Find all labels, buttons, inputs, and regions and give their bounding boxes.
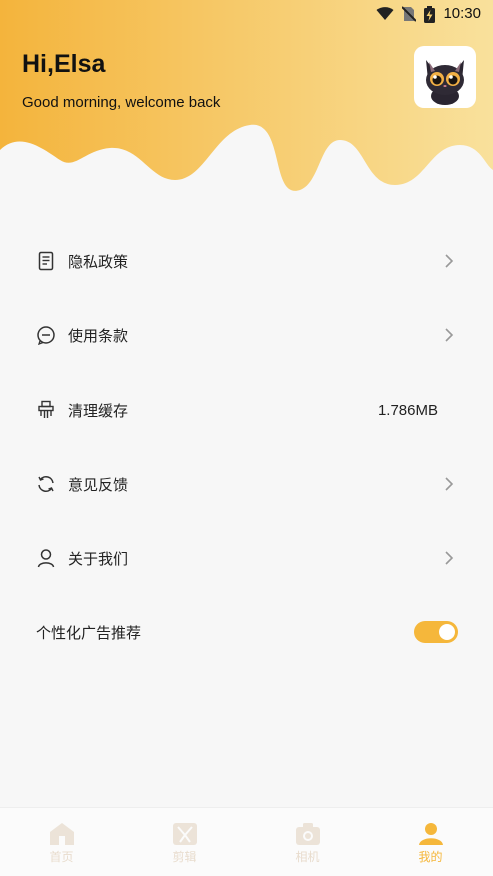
document-icon — [38, 251, 54, 271]
menu-item-privacy-policy[interactable]: 隐私政策 — [0, 231, 493, 291]
chevron-right-icon — [445, 551, 454, 565]
status-time: 10:30 — [443, 5, 481, 22]
clapper-icon — [172, 823, 197, 845]
menu-item-feedback[interactable]: 意见反馈 — [0, 454, 493, 514]
greeting-subtitle: Good morning, welcome back — [22, 94, 221, 111]
tab-edit[interactable]: 剪辑 — [123, 808, 246, 876]
cache-size-value: 1.786MB — [377, 401, 438, 419]
menu-item-label: 使用条款 — [68, 326, 129, 345]
broom-icon — [38, 400, 54, 418]
toggle-knob — [439, 624, 455, 640]
no-sim-icon — [402, 6, 417, 22]
menu-item-personalized-ads: 个性化广告推荐 — [0, 602, 493, 662]
menu-item-label: 隐私政策 — [68, 252, 129, 271]
menu-item-label: 个性化广告推荐 — [36, 623, 142, 642]
menu-item-label: 清理缓存 — [68, 401, 129, 420]
chat-bubble-icon — [37, 326, 55, 345]
tab-label: 首页 — [49, 850, 74, 864]
refresh-icon — [38, 476, 54, 492]
status-bar: 10:30 — [0, 0, 493, 28]
profile-header: 10:30 Hi,Elsa Good morning, welcome back — [0, 0, 493, 200]
personalized-ads-toggle[interactable] — [414, 621, 458, 643]
bottom-tab-bar: 首页 剪辑 相机 我的 — [0, 807, 493, 876]
wifi-icon — [376, 7, 394, 21]
chevron-right-icon — [445, 477, 454, 491]
battery-charging-icon — [424, 5, 436, 23]
tab-camera[interactable]: 相机 — [246, 808, 369, 876]
tab-home[interactable]: 首页 — [0, 808, 123, 876]
menu-item-terms-of-use[interactable]: 使用条款 — [0, 305, 493, 365]
camera-icon — [295, 823, 320, 845]
black-cat-avatar-icon — [426, 60, 464, 105]
menu-item-about-us[interactable]: 关于我们 — [0, 528, 493, 588]
chevron-right-icon — [445, 328, 454, 342]
greeting-title: Hi,Elsa — [22, 50, 106, 78]
person-icon — [37, 549, 55, 568]
tab-mine[interactable]: 我的 — [369, 808, 492, 876]
tab-label: 我的 — [418, 850, 443, 864]
profile-icon — [418, 823, 443, 845]
menu-item-clear-cache[interactable]: 清理缓存 1.786MB — [0, 380, 493, 440]
tab-label: 相机 — [295, 850, 320, 864]
menu-item-label: 关于我们 — [68, 549, 129, 568]
menu-item-label: 意见反馈 — [68, 475, 129, 494]
home-icon — [49, 823, 74, 845]
avatar[interactable] — [414, 46, 476, 108]
chevron-right-icon — [445, 254, 454, 268]
tab-label: 剪辑 — [172, 850, 197, 864]
